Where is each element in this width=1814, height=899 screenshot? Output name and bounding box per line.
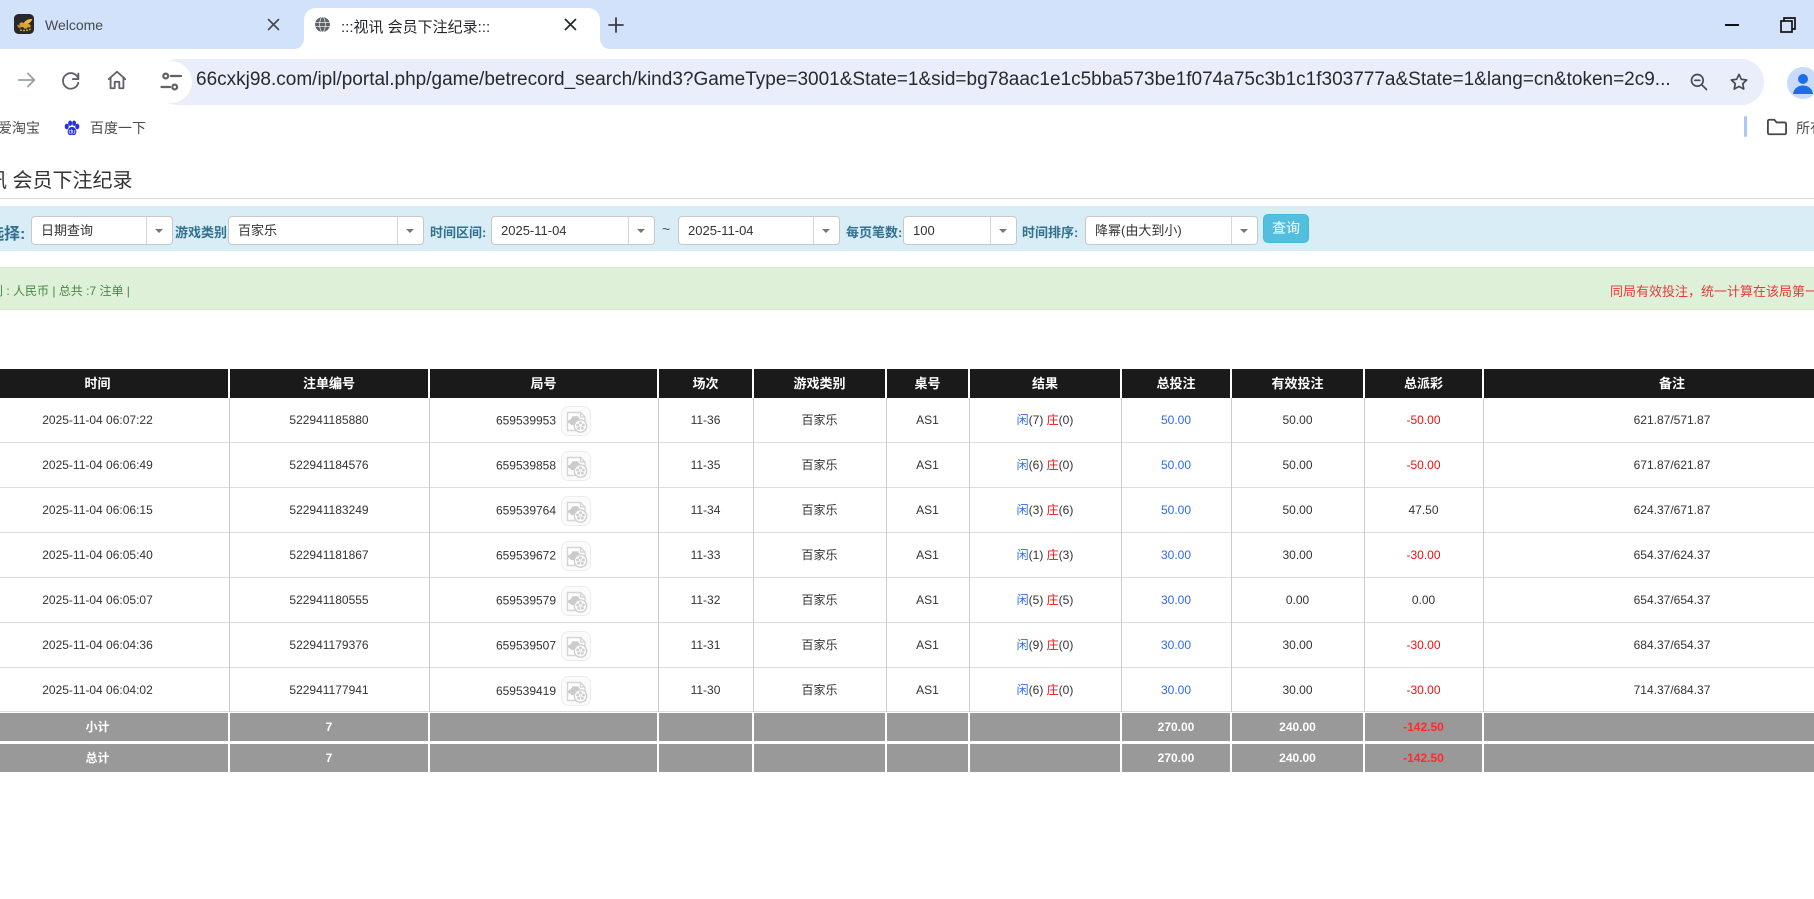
- svg-text:du: du: [68, 129, 76, 136]
